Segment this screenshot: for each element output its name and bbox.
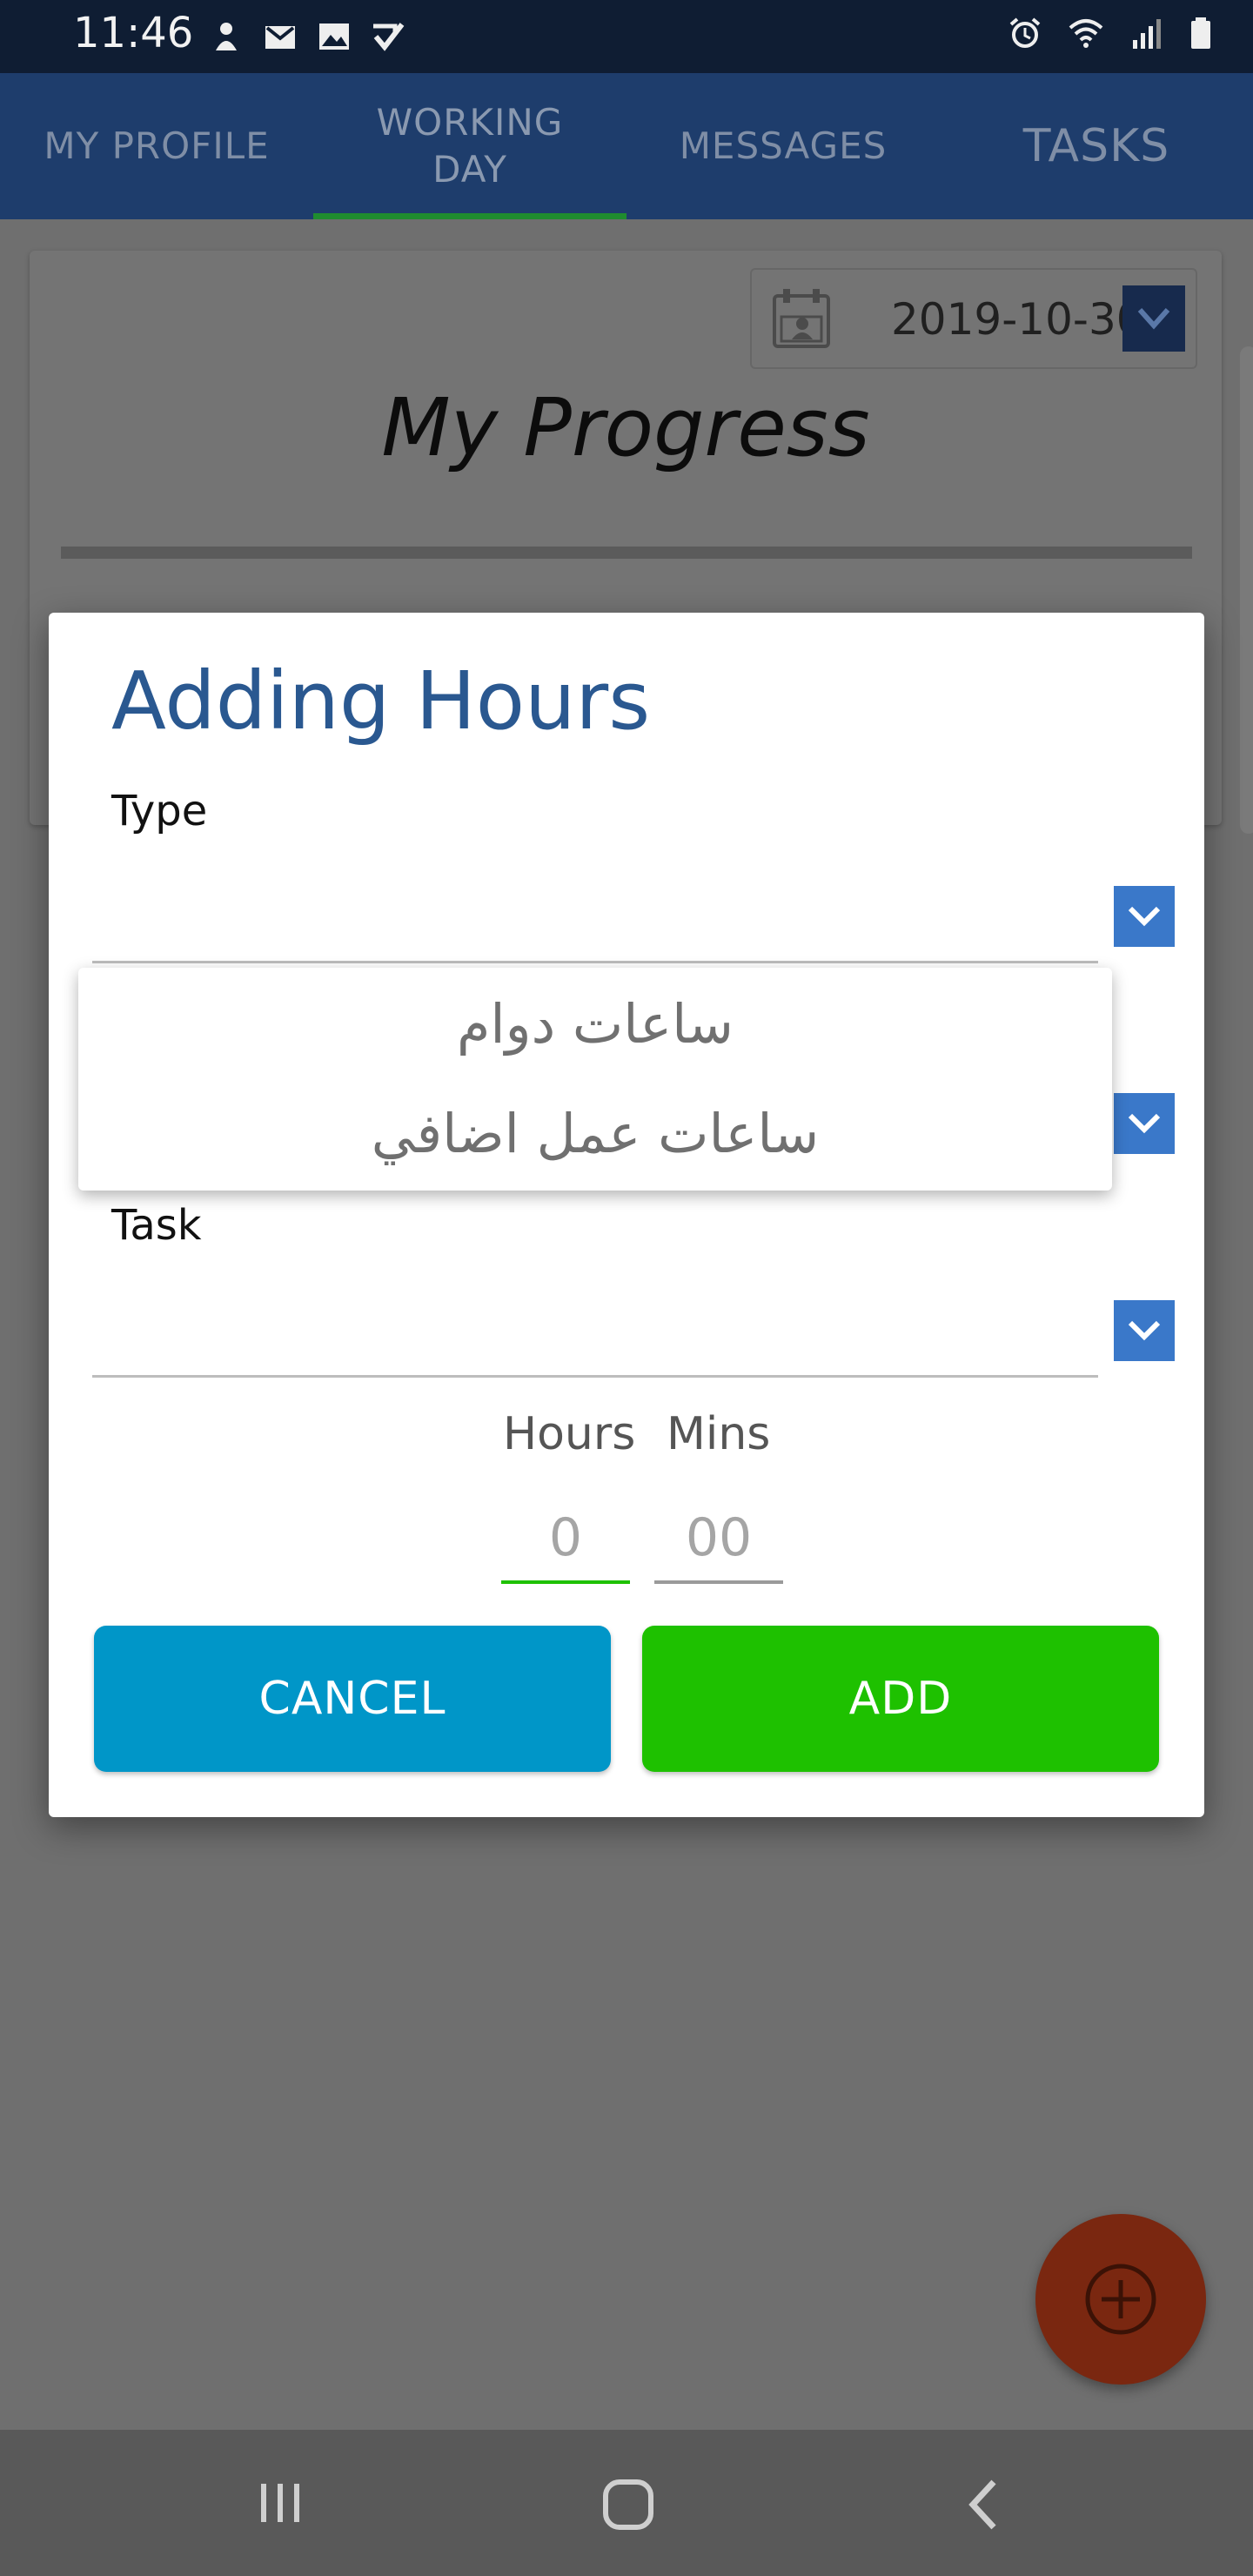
person-notification-icon: [216, 23, 237, 50]
plus-circle-icon: [1085, 2264, 1156, 2335]
recent-apps-icon[interactable]: [254, 2477, 306, 2529]
tab-tasks[interactable]: TASKS: [940, 73, 1253, 219]
system-icons: [1008, 16, 1218, 50]
tab-bar: MY PROFILE WORKING DAY MESSAGES TASKS: [0, 73, 1253, 219]
mins-input[interactable]: 00: [654, 1507, 783, 1572]
back-icon[interactable]: [957, 2477, 1009, 2532]
mins-label: Mins: [667, 1408, 771, 1460]
hours-underline: [501, 1580, 630, 1584]
signal-icon: [1133, 19, 1161, 49]
scrollbar[interactable]: [1240, 346, 1253, 834]
home-icon[interactable]: [600, 2477, 656, 2532]
task-dropdown-button[interactable]: [1114, 1300, 1175, 1361]
hours-label: Hours: [503, 1408, 636, 1460]
wifi-icon: [1069, 19, 1103, 48]
chevron-down-icon: [1128, 1113, 1161, 1134]
calendar-icon: [773, 289, 830, 348]
status-bar: 11:46: [0, 0, 1253, 73]
navigation-bar: [0, 2430, 1253, 2576]
gmail-icon: [265, 26, 295, 49]
mins-underline: [654, 1580, 783, 1584]
image-icon: [319, 23, 349, 50]
tab-working-day[interactable]: WORKING DAY: [313, 73, 626, 219]
type-label: Type: [111, 787, 208, 835]
adding-hours-dialog: Adding Hours Type Task Hours Mins 0 00 C…: [49, 613, 1204, 1817]
type-dropdown-menu: ساعات دوام ساعات عمل اضافي: [78, 968, 1112, 1191]
dropdown-option-work-hours[interactable]: ساعات دوام: [78, 992, 1112, 1056]
chevron-down-icon: [1128, 1320, 1161, 1341]
progress-bar: [61, 547, 1192, 559]
add-button[interactable]: ADD: [642, 1626, 1159, 1772]
date-dropdown-button[interactable]: [1122, 285, 1185, 352]
tab-messages[interactable]: MESSAGES: [626, 73, 940, 219]
add-fab-button[interactable]: [1035, 2214, 1206, 2385]
status-time: 11:46: [73, 9, 194, 57]
tab-my-profile[interactable]: MY PROFILE: [0, 73, 313, 219]
battery-icon: [1191, 17, 1210, 49]
dropdown-option-overtime-hours[interactable]: ساعات عمل اضافي: [78, 1102, 1112, 1165]
task-field[interactable]: [92, 1375, 1098, 1378]
cancel-button[interactable]: CANCEL: [94, 1626, 611, 1772]
notification-icons: [209, 19, 405, 54]
tab-working-day-label: WORKING DAY: [376, 101, 564, 191]
hours-input[interactable]: 0: [501, 1507, 630, 1572]
dialog-title: Adding Hours: [111, 654, 651, 748]
type-dropdown-button[interactable]: [1114, 886, 1175, 947]
chevron-down-icon: [1128, 906, 1161, 927]
date-picker[interactable]: 2019-10-30: [750, 268, 1197, 369]
second-dropdown-button[interactable]: [1114, 1093, 1175, 1154]
task-label: Task: [111, 1201, 202, 1250]
page-title: My Progress: [381, 381, 870, 474]
checkmark-notification-icon: [373, 23, 405, 51]
type-field[interactable]: [92, 961, 1098, 963]
date-value: 2019-10-30: [891, 294, 1144, 345]
chevron-down-icon: [1137, 308, 1170, 330]
alarm-icon: [1009, 17, 1041, 48]
